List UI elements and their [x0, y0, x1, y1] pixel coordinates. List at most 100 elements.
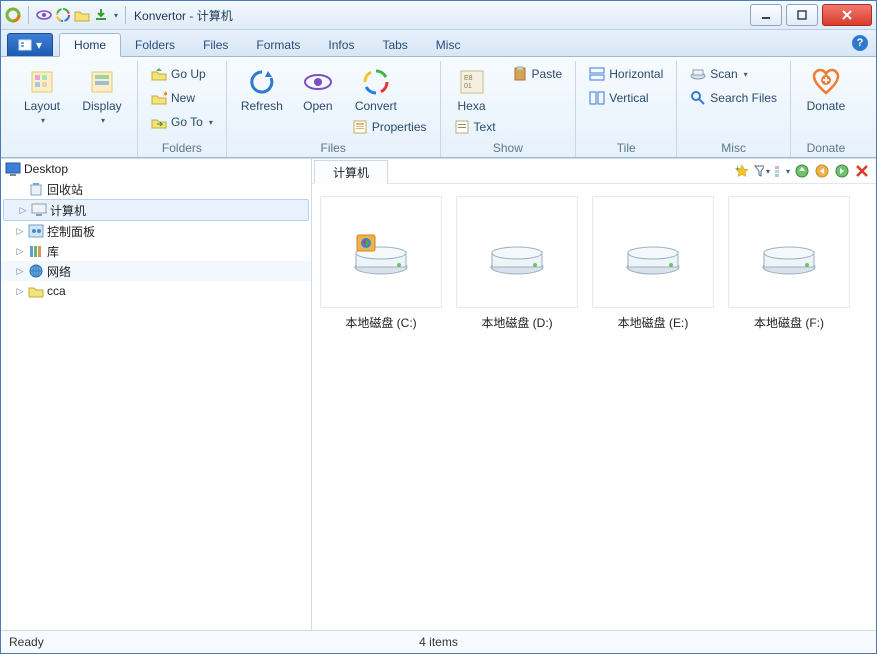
hexa-button[interactable]: E801 Hexa	[449, 63, 495, 116]
properties-icon	[352, 119, 368, 135]
status-left: Ready	[9, 635, 44, 649]
tab-files[interactable]: Files	[189, 34, 242, 56]
ribbon-group-folders: Go Up ✶New Go To ▾ Folders	[138, 61, 227, 157]
tree-node-label: 网络	[47, 263, 71, 280]
paste-button[interactable]: Paste	[507, 63, 568, 85]
drive-item-3[interactable]: 本地磁盘 (F:)	[724, 196, 854, 331]
drive-item-0[interactable]: 本地磁盘 (C:)	[316, 196, 446, 331]
ribbon: Layout▾ Display▾ Go Up ✶New Go To ▾ Fold…	[1, 57, 876, 158]
tab-home[interactable]: Home	[59, 33, 121, 57]
file-menu-caret: ▾	[36, 38, 42, 52]
close-tab-icon[interactable]	[854, 163, 870, 179]
qat-dropdown-icon[interactable]: ▾	[114, 11, 118, 20]
scan-button[interactable]: Scan ▾	[685, 63, 782, 85]
expand-icon[interactable]: ▷	[15, 226, 25, 237]
computer-icon	[31, 202, 47, 218]
network-icon	[28, 263, 44, 279]
text-button[interactable]: Text	[449, 116, 501, 138]
tile-vertical-icon	[589, 90, 605, 106]
tree-node-5[interactable]: ▷cca	[1, 281, 311, 301]
tree-node-4[interactable]: ▷ 网络	[1, 261, 311, 281]
group-label-show: Show	[449, 139, 568, 157]
tree-node-label: 回收站	[47, 181, 83, 198]
refresh-button[interactable]: Refresh	[235, 63, 289, 116]
expand-icon[interactable]: ▷	[15, 246, 25, 257]
tab-tabs[interactable]: Tabs	[368, 34, 421, 56]
tab-infos[interactable]: Infos	[314, 34, 368, 56]
convert-swirl-icon[interactable]	[55, 7, 71, 23]
nav-up-icon[interactable]	[794, 163, 810, 179]
tree-node-3[interactable]: ▷库	[1, 241, 311, 261]
titlebar: ▾ Konvertor - 计算机	[1, 1, 876, 30]
tree-node-0[interactable]: 回收站	[1, 179, 311, 199]
tile-horizontal-icon	[589, 66, 605, 82]
status-bar: Ready 4 items	[1, 630, 876, 653]
maximize-button[interactable]	[786, 4, 818, 26]
group-label-tile: Tile	[584, 139, 668, 157]
ribbon-group-donate: Donate Donate	[791, 61, 861, 157]
properties-button[interactable]: Properties	[347, 116, 432, 138]
tree-node-2[interactable]: ▷ 控制面板	[1, 221, 311, 241]
open-button[interactable]: Open	[295, 63, 341, 116]
file-menu-button[interactable]: ▾	[7, 33, 53, 56]
search-files-button[interactable]: Search Files	[685, 87, 782, 109]
display-button[interactable]: Display▾	[75, 63, 129, 130]
folder-new-icon: ✶	[151, 90, 167, 106]
layout-button[interactable]: Layout▾	[15, 63, 69, 130]
drive-icon	[592, 196, 714, 308]
new-button[interactable]: ✶New	[146, 87, 218, 109]
help-button[interactable]: ?	[852, 35, 868, 51]
vertical-button[interactable]: Vertical	[584, 87, 668, 109]
tree-root-desktop[interactable]: Desktop	[1, 159, 311, 179]
filter-icon[interactable]: ▾	[754, 163, 770, 179]
tree-node-1[interactable]: ▷计算机	[3, 199, 309, 221]
download-icon[interactable]	[93, 7, 109, 23]
minimize-button[interactable]	[750, 4, 782, 26]
svg-text:✶: ✶	[162, 91, 167, 99]
breadcrumb-row: 计算机 + ▾ ▾	[312, 159, 876, 184]
eye-icon[interactable]	[36, 7, 52, 23]
drive-icon	[456, 196, 578, 308]
tab-misc[interactable]: Misc	[422, 34, 475, 56]
folder-tree[interactable]: Desktop 回收站▷计算机▷控制面板▷库▷网络▷cca	[1, 159, 312, 630]
convert-icon	[360, 66, 392, 98]
search-icon	[690, 90, 706, 106]
drive-item-2[interactable]: 本地磁盘 (E:)	[588, 196, 718, 331]
app-window: ▾ Konvertor - 计算机 ▾ Home Folders Files F…	[0, 0, 877, 654]
breadcrumb-tab[interactable]: 计算机	[314, 160, 388, 184]
close-button[interactable]	[822, 4, 872, 26]
content-toolbar: + ▾ ▾	[734, 163, 876, 179]
tree-node-label: 控制面板	[47, 223, 95, 240]
go-to-button[interactable]: Go To ▾	[146, 111, 218, 133]
add-favorite-icon[interactable]: +	[734, 163, 750, 179]
window-buttons	[746, 4, 872, 26]
layout-icon	[26, 66, 58, 98]
expand-icon[interactable]: ▷	[15, 286, 25, 297]
expand-icon[interactable]: ▷	[18, 205, 28, 216]
nav-forward-icon[interactable]	[834, 163, 850, 179]
tab-folders[interactable]: Folders	[121, 34, 189, 56]
nav-back-icon[interactable]	[814, 163, 830, 179]
expand-icon[interactable]: ▷	[15, 266, 25, 277]
drive-icon	[320, 196, 442, 308]
display-icon	[86, 66, 118, 98]
drive-item-1[interactable]: 本地磁盘 (D:)	[452, 196, 582, 331]
sort-icon[interactable]: ▾	[774, 163, 790, 179]
ribbon-tabstrip: ▾ Home Folders Files Formats Infos Tabs …	[1, 30, 876, 57]
ribbon-group-files: Refresh Open Convert Properties Files	[227, 61, 441, 157]
donate-button[interactable]: Donate	[799, 63, 853, 116]
item-grid[interactable]: 本地磁盘 (C:) 本地磁盘 (D:) 本地磁盘 (E:) 本地磁盘 (F:)	[312, 184, 876, 630]
tree-node-label: 库	[47, 243, 59, 260]
folder-icon[interactable]	[74, 7, 90, 23]
tab-formats[interactable]: Formats	[242, 34, 314, 56]
go-up-button[interactable]: Go Up	[146, 63, 218, 85]
drive-label: 本地磁盘 (F:)	[754, 314, 824, 331]
convert-button[interactable]: Convert	[347, 63, 405, 116]
horizontal-button[interactable]: Horizontal	[584, 63, 668, 85]
text-icon	[454, 119, 470, 135]
folder-goto-icon	[151, 114, 167, 130]
group-label-donate: Donate	[799, 139, 853, 157]
window-title: Konvertor - 计算机	[134, 7, 233, 24]
hexa-icon: E801	[456, 66, 488, 98]
drive-label: 本地磁盘 (D:)	[481, 314, 552, 331]
